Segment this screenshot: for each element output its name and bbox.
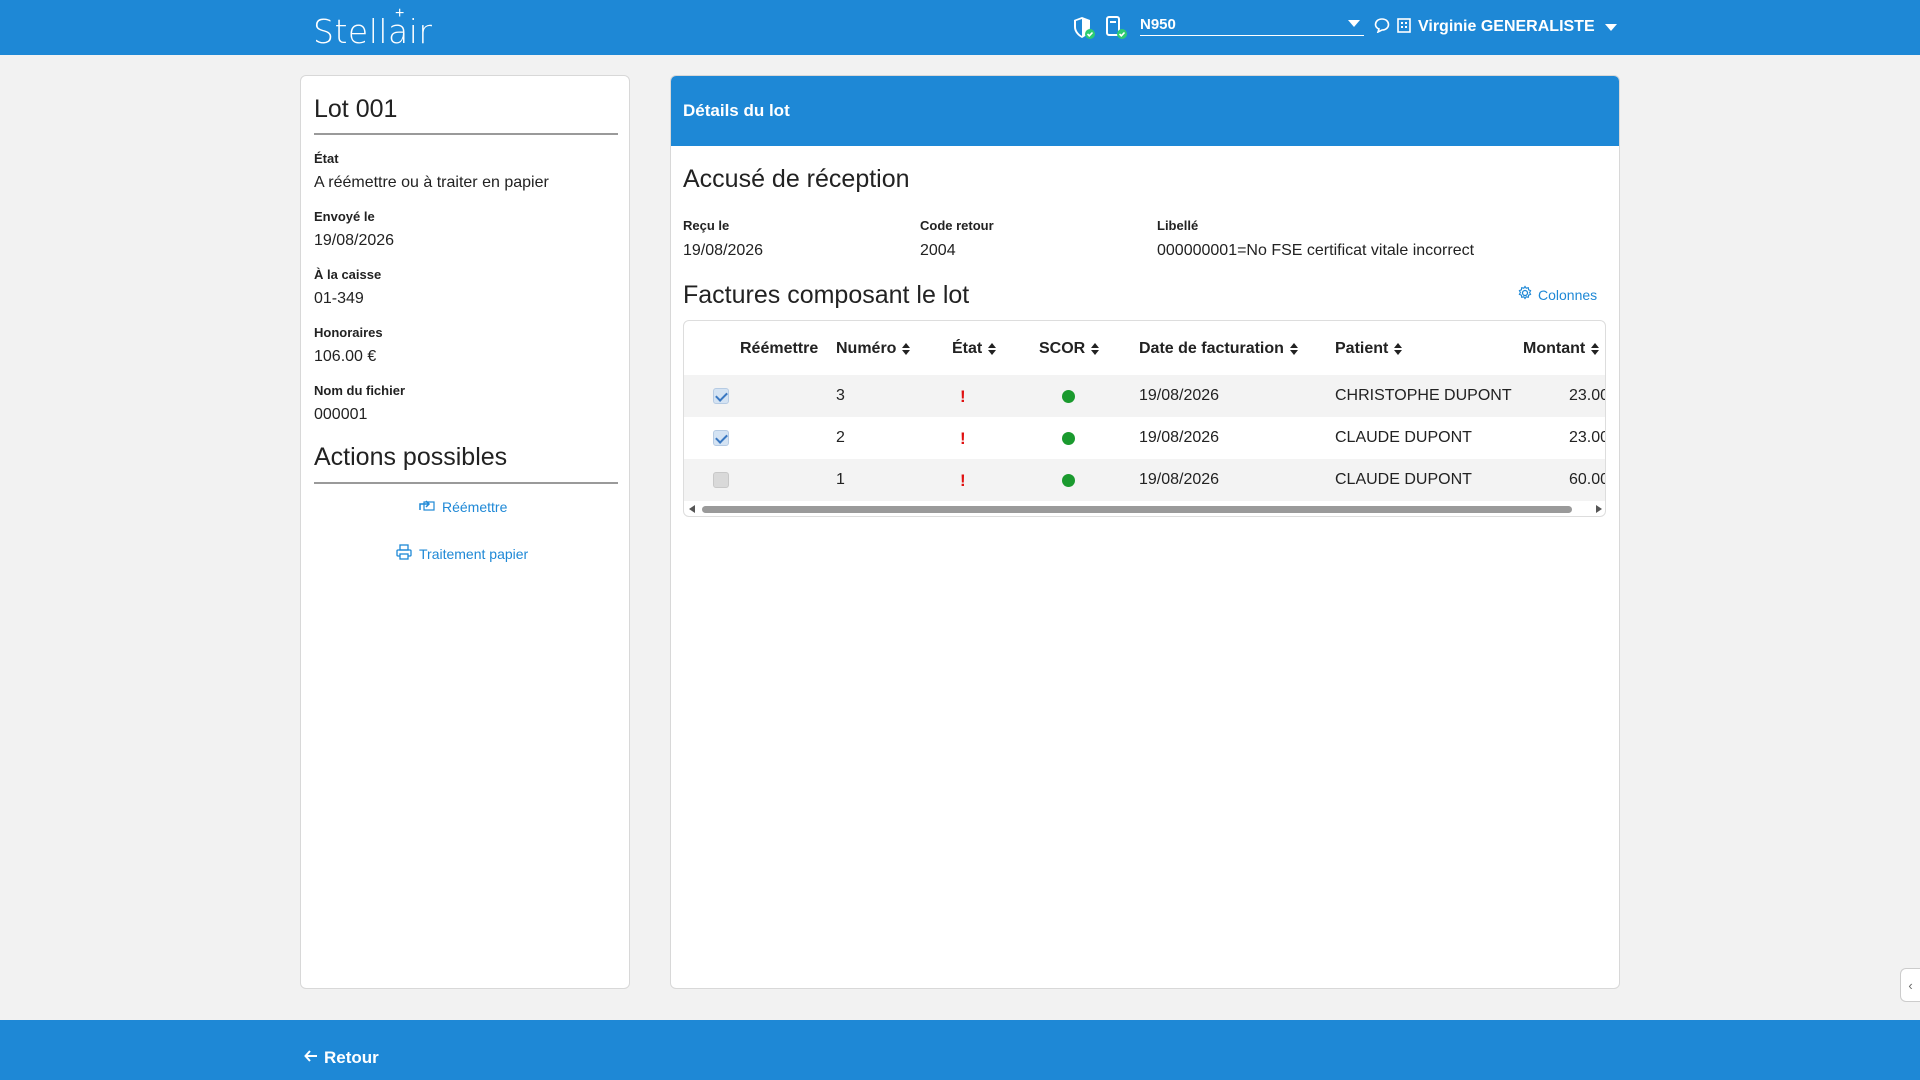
chat-icon[interactable] xyxy=(1374,17,1390,38)
ack-label-code: Code retour xyxy=(920,218,994,233)
reemit-checkbox[interactable] xyxy=(713,388,729,404)
column-header-etat[interactable]: État xyxy=(952,340,997,358)
ack-section-title: Accusé de réception xyxy=(683,165,910,193)
column-header-numero[interactable]: Numéro xyxy=(836,340,911,358)
table-row[interactable]: 2 ! 19/08/2026 CLAUDE DUPONT 23.00 xyxy=(684,417,1606,459)
ack-value-recu: 19/08/2026 xyxy=(683,242,764,259)
sort-icon xyxy=(988,343,997,355)
cell-numero: 1 xyxy=(836,471,845,488)
scor-status-icon xyxy=(1062,432,1075,445)
sort-icon xyxy=(1591,343,1600,355)
column-header-date[interactable]: Date de facturation xyxy=(1139,340,1299,358)
error-icon: ! xyxy=(960,471,966,490)
field-label-etat: État xyxy=(314,151,339,166)
cell-montant: 60.00 xyxy=(1569,471,1606,488)
field-label-honoraires: Honoraires xyxy=(314,325,383,340)
field-value-caisse: 01-349 xyxy=(314,290,364,307)
columns-link[interactable]: Colonnes xyxy=(1517,285,1597,304)
cell-date: 19/08/2026 xyxy=(1139,387,1220,404)
error-icon: ! xyxy=(960,387,966,406)
table-row[interactable]: 1 ! 19/08/2026 CLAUDE DUPONT 60.00 xyxy=(684,459,1606,501)
invoices-table: Réémettre Numéro État SCOR Date de factu… xyxy=(683,320,1606,517)
cell-date: 19/08/2026 xyxy=(1139,471,1220,488)
cell-numero: 3 xyxy=(836,387,845,404)
device-select-value: N950 xyxy=(1140,16,1176,33)
actions-title: Actions possibles xyxy=(314,443,508,471)
chevron-left-icon: ‹ xyxy=(1908,977,1913,993)
gear-icon xyxy=(1517,285,1533,304)
ack-label-libelle: Libellé xyxy=(1157,218,1199,233)
sort-icon xyxy=(1091,343,1100,355)
printer-icon xyxy=(395,543,413,564)
device-select[interactable]: N950 xyxy=(1140,16,1364,36)
field-value-etat: A réémettre ou à traiter en papier xyxy=(314,174,549,191)
chevron-down-icon xyxy=(1604,23,1617,31)
column-header-montant[interactable]: Montant xyxy=(1523,340,1600,358)
resend-icon xyxy=(418,498,436,515)
columns-link-label: Colonnes xyxy=(1538,286,1598,303)
cell-patient: CLAUDE DUPONT xyxy=(1335,471,1472,488)
paper-processing-action-link[interactable]: Traitement papier xyxy=(395,543,528,564)
arrow-left-icon xyxy=(304,1048,318,1068)
horizontal-scrollbar[interactable] xyxy=(684,501,1605,516)
chevron-down-icon xyxy=(1348,20,1360,27)
card-reader-icon[interactable] xyxy=(1104,15,1128,41)
table-row[interactable]: 3 ! 19/08/2026 CHRISTOPHE DUPONT 23.00 xyxy=(684,375,1606,417)
scor-status-icon xyxy=(1062,390,1075,403)
scor-status-icon xyxy=(1062,474,1075,487)
scrollbar-thumb[interactable] xyxy=(702,506,1572,513)
ack-label-recu: Reçu le xyxy=(683,218,730,233)
field-value-fichier: 000001 xyxy=(314,406,368,423)
cell-montant: 23.00 xyxy=(1569,387,1606,404)
cell-numero: 2 xyxy=(836,429,845,446)
reemit-action-link[interactable]: Réémettre xyxy=(418,498,507,515)
column-header-patient[interactable]: Patient xyxy=(1335,340,1403,358)
cell-patient: CHRISTOPHE DUPONT xyxy=(1335,387,1512,404)
card-header-title: Détails du lot xyxy=(683,101,790,120)
footer-bar: Retour xyxy=(0,1020,1920,1080)
building-icon xyxy=(1396,17,1412,38)
field-value-envoye: 19/08/2026 xyxy=(314,232,395,249)
invoices-section-title: Factures composant le lot xyxy=(683,281,970,309)
reemit-action-label: Réémettre xyxy=(442,498,508,515)
back-button[interactable]: Retour xyxy=(304,1048,379,1068)
panel-toggle-button[interactable]: ‹ xyxy=(1900,968,1920,1002)
shield-check-icon[interactable] xyxy=(1072,15,1096,41)
column-header-scor[interactable]: SCOR xyxy=(1039,340,1100,358)
error-icon: ! xyxy=(960,429,966,448)
paper-processing-action-label: Traitement papier xyxy=(419,545,529,562)
sort-icon xyxy=(1289,343,1299,355)
divider xyxy=(314,482,618,484)
lot-title: Lot 001 xyxy=(314,95,398,123)
divider xyxy=(314,133,618,135)
sort-icon xyxy=(902,343,911,355)
cell-montant: 23.00 xyxy=(1569,429,1606,446)
app-logo[interactable]: Stellair xyxy=(313,12,432,51)
field-label-fichier: Nom du fichier xyxy=(314,383,406,398)
field-value-honoraires: 106.00 € xyxy=(314,348,377,365)
field-label-caisse: À la caisse xyxy=(314,267,382,282)
cell-patient: CLAUDE DUPONT xyxy=(1335,429,1472,446)
column-header-reemettre: Réémettre xyxy=(740,340,819,357)
top-bar: Stellair + N950 Virginie GENERALISTE xyxy=(0,0,1920,55)
reemit-checkbox[interactable] xyxy=(713,472,729,488)
lot-summary-card: Lot 001 État A réémettre ou à traiter en… xyxy=(300,75,630,989)
ack-value-libelle: 000000001=No FSE certificat vitale incor… xyxy=(1157,242,1475,259)
card-header: Détails du lot xyxy=(671,76,1619,146)
user-name: Virginie GENERALISTE xyxy=(1418,18,1595,35)
back-button-label: Retour xyxy=(324,1048,379,1067)
cell-date: 19/08/2026 xyxy=(1139,429,1220,446)
logo-star-icon: + xyxy=(395,5,405,22)
reemit-checkbox[interactable] xyxy=(713,430,729,446)
scroll-right-icon[interactable] xyxy=(1596,505,1602,513)
scroll-left-icon[interactable] xyxy=(689,505,695,513)
ack-value-code: 2004 xyxy=(920,242,956,259)
sort-icon xyxy=(1394,343,1403,355)
lot-details-card: Détails du lot Accusé de réception Reçu … xyxy=(670,75,1620,989)
field-label-envoye: Envoyé le xyxy=(314,209,375,224)
user-menu[interactable]: Virginie GENERALISTE xyxy=(1374,16,1617,38)
